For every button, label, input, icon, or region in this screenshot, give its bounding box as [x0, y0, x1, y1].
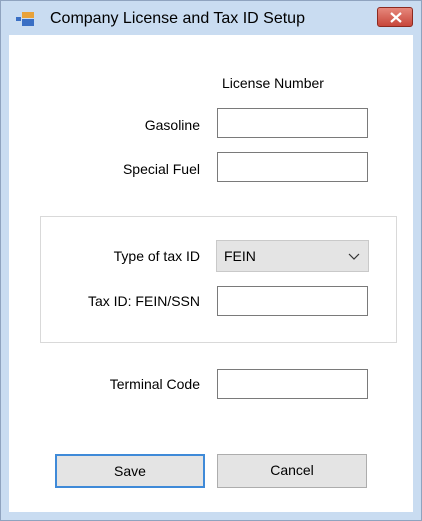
gasoline-license-input[interactable]: [217, 108, 368, 138]
tax-id-input[interactable]: [217, 286, 368, 316]
tax-id-type-select[interactable]: FEIN: [216, 240, 369, 272]
form-window-icon: [16, 12, 34, 26]
save-button[interactable]: Save: [55, 454, 205, 488]
terminal-code-label: Terminal Code: [109, 376, 200, 392]
close-button[interactable]: [377, 7, 413, 27]
close-icon: [390, 12, 402, 23]
tax-id-type-value: FEIN: [224, 248, 256, 264]
special-fuel-license-input[interactable]: [217, 152, 368, 182]
tax-id-label: Tax ID: FEIN/SSN: [87, 293, 200, 309]
cancel-button[interactable]: Cancel: [217, 454, 367, 488]
license-number-header: License Number: [222, 75, 324, 91]
title-bar[interactable]: Company License and Tax ID Setup: [1, 1, 421, 35]
gasoline-label: Gasoline: [144, 117, 200, 133]
chevron-down-icon: [348, 253, 360, 260]
terminal-code-input[interactable]: [217, 369, 368, 399]
tax-id-type-label: Type of tax ID: [113, 248, 200, 264]
special-fuel-label: Special Fuel: [122, 161, 200, 177]
tax-id-group: [40, 216, 397, 343]
window-title: Company License and Tax ID Setup: [50, 10, 305, 27]
